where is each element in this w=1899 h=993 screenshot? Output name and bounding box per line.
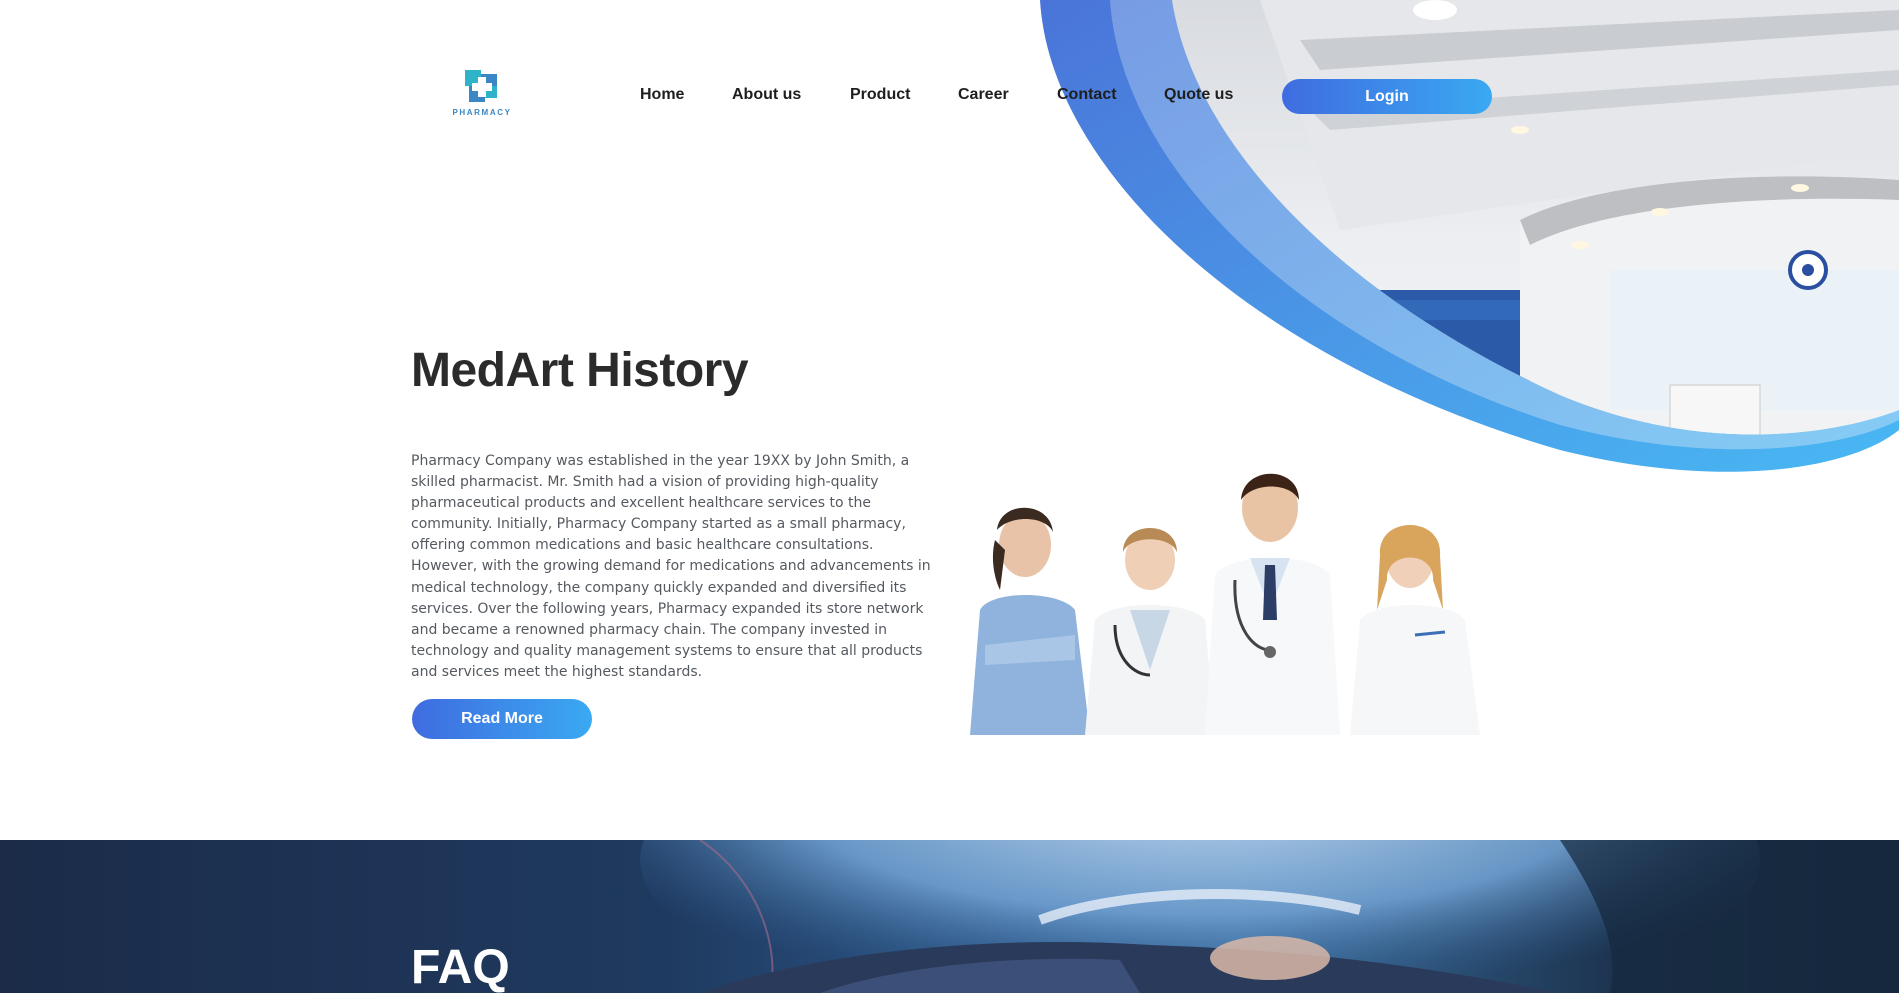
- hero-background-image: [1040, 0, 1899, 472]
- nav-item-about-us[interactable]: About us: [732, 86, 801, 104]
- nav-item-contact[interactable]: Contact: [1057, 86, 1117, 104]
- faq-title: FAQ: [411, 941, 510, 993]
- read-more-button[interactable]: Read More: [412, 699, 592, 739]
- history-title: MedArt History: [411, 344, 749, 397]
- faq-background-image: [640, 840, 1899, 993]
- logo-text: PHARMACY: [452, 108, 512, 117]
- pharmacy-cross-icon: [463, 68, 501, 104]
- nav-item-career[interactable]: Career: [958, 86, 1009, 104]
- nav-item-quote-us[interactable]: Quote us: [1164, 86, 1233, 104]
- history-description: Pharmacy Company was established in the …: [411, 453, 931, 680]
- nav-item-home[interactable]: Home: [640, 86, 684, 104]
- doctors-team-image: [970, 473, 1480, 735]
- nav-item-product[interactable]: Product: [850, 86, 910, 104]
- login-button[interactable]: Login: [1282, 79, 1492, 114]
- faq-section: FAQ: [0, 840, 1899, 993]
- brand-logo[interactable]: PHARMACY: [447, 68, 517, 117]
